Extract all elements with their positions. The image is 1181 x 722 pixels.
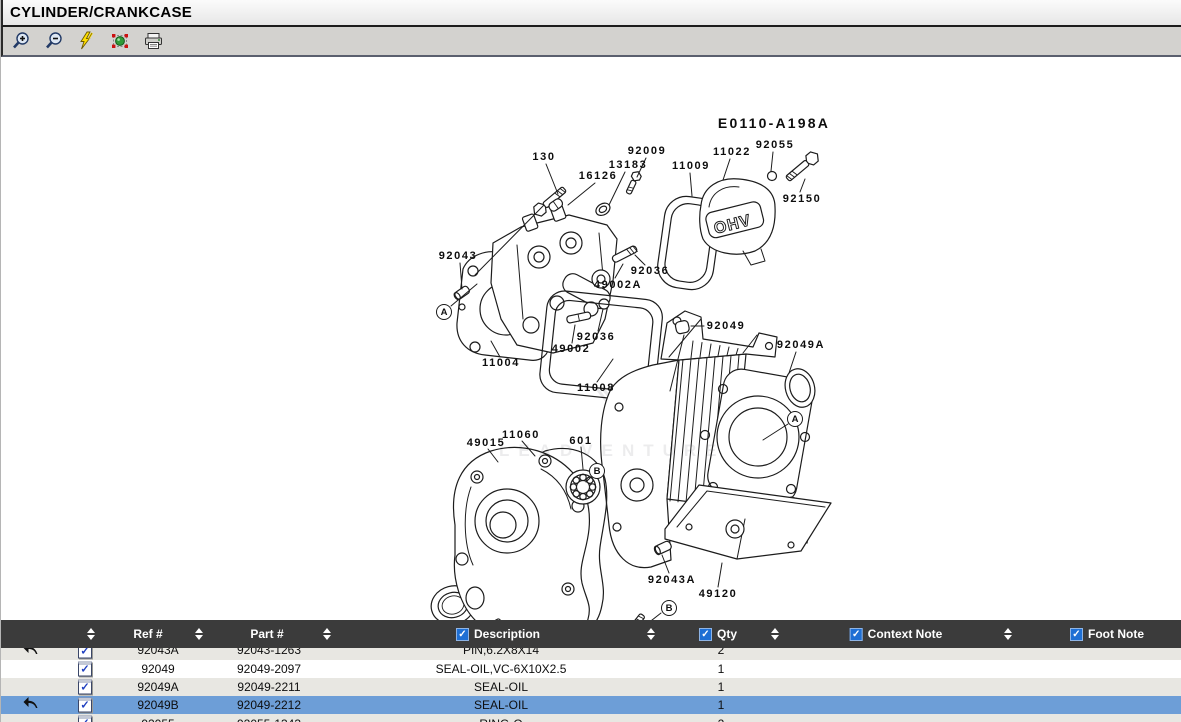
title-bar: CYLINDER/CRANKCASE (1, 0, 1181, 27)
sort-arrows-icon[interactable] (87, 628, 95, 640)
zoom-out-icon[interactable] (43, 30, 65, 52)
part-label-92049[interactable]: 92049 (707, 320, 746, 332)
sort-arrows-icon[interactable] (1004, 628, 1012, 640)
sort-control[interactable] (1004, 620, 1012, 648)
part-label-16126[interactable]: 16126 (579, 170, 618, 182)
cell-part: 92049-2211 (237, 680, 300, 694)
part-label-11009[interactable]: 11009 (672, 160, 710, 172)
cell-ref: 92049A (137, 680, 178, 694)
cell-description: SEAL-OIL,VC-6X10X2.5 (436, 662, 567, 676)
part-label-11004[interactable]: 11004 (482, 357, 520, 369)
cell-qty: 1 (718, 662, 725, 676)
sort-control[interactable] (771, 620, 779, 648)
cell-ref: 92049 (141, 662, 174, 676)
table-row-92049B[interactable]: ✓ 92049B 92049-2212 SEAL-OIL 1 (1, 696, 1181, 714)
cell-description: SEAL-OIL (474, 680, 528, 694)
parts-table-body: ✓ 92043A 92043-1263 PIN,6.2X8X14 2 ✓ 92049 9204… (1, 648, 1181, 722)
note-doc-icon[interactable]: ✓ (78, 648, 92, 659)
column-checkbox[interactable]: ✓ (456, 628, 469, 641)
cell-part: 92049-2097 (237, 662, 301, 676)
ref-circle-B[interactable]: B (589, 463, 605, 479)
part-label-92049A[interactable]: 92049A (777, 339, 825, 351)
column-header-description: ✓Description (456, 620, 540, 648)
sort-arrows-icon[interactable] (323, 628, 331, 640)
part-label-92036[interactable]: 92036 (631, 265, 670, 277)
parts-table-header: Ref # Part # ✓Description ✓Qty ✓Context Note… (1, 620, 1181, 648)
table-row-92049[interactable]: ✓ 92049 92049-2097 SEAL-OIL,VC-6X10X2.5 1 (1, 660, 1181, 678)
part-label-11022[interactable]: 11022 (713, 146, 751, 158)
part-label-49120[interactable]: 49120 (699, 588, 738, 600)
column-header-qty: ✓Qty (699, 620, 737, 648)
cell-ref: 92043A (137, 648, 178, 657)
cell-ref: 92055 (141, 717, 174, 722)
cell-part: 92049-2212 (237, 698, 301, 712)
pan-tool-icon[interactable] (109, 30, 131, 52)
cell-description: RING-O (479, 717, 522, 722)
column-header-context-note: ✓Context Note (850, 620, 943, 648)
sort-control[interactable] (323, 620, 331, 648)
highlight-arrow-icon[interactable] (23, 695, 40, 715)
watermark: LEADVENTURE (499, 441, 726, 461)
cell-description: PIN,6.2X8X14 (463, 648, 539, 657)
note-doc-icon[interactable]: ✓ (78, 680, 92, 695)
part-label-13183[interactable]: 13183 (609, 159, 648, 171)
sort-control[interactable] (195, 620, 203, 648)
note-doc-icon[interactable]: ✓ (78, 662, 92, 677)
sort-arrows-icon[interactable] (771, 628, 779, 640)
toolbar (1, 27, 1181, 57)
part-label-92009[interactable]: 92009 (628, 145, 667, 157)
part-label-92043A[interactable]: 92043A (648, 574, 696, 586)
ref-circle-A[interactable]: A (787, 411, 803, 427)
table-row-92043A[interactable]: ✓ 92043A 92043-1263 PIN,6.2X8X14 2 (1, 648, 1181, 660)
flash-icon[interactable] (76, 30, 98, 52)
highlight-arrow-icon[interactable] (23, 648, 40, 660)
parts-catalog-window: CYLINDER/CRANKCASE LEADVENTURE (0, 0, 1181, 722)
note-doc-icon[interactable]: ✓ (78, 698, 92, 713)
part-label-11060[interactable]: 11060 (502, 429, 540, 441)
zoom-in-icon[interactable] (10, 30, 32, 52)
cell-qty: 1 (718, 698, 725, 712)
part-label-92043[interactable]: 92043 (439, 250, 478, 262)
parts-table: Ref # Part # ✓Description ✓Qty ✓Context Note… (1, 620, 1181, 722)
cell-ref: 92049B (137, 698, 178, 712)
column-checkbox[interactable]: ✓ (699, 628, 712, 641)
sort-control[interactable] (647, 620, 655, 648)
part-label-92036[interactable]: 92036 (577, 331, 616, 343)
cell-qty: 1 (718, 680, 725, 694)
sort-arrows-icon[interactable] (647, 628, 655, 640)
print-icon[interactable] (142, 30, 164, 52)
note-doc-icon[interactable]: ✓ (78, 716, 92, 722)
part-label-49015[interactable]: 49015 (467, 437, 506, 449)
exploded-diagram-area: LEADVENTURE (1, 57, 1181, 620)
column-header-part-: Part # (250, 620, 283, 648)
diagram-code: E0110-A198A (718, 115, 830, 131)
cell-qty: 2 (718, 648, 725, 657)
table-row-92055[interactable]: ✓ 92055 92055-1343 RING-O 2 (1, 714, 1181, 722)
column-checkbox[interactable]: ✓ (1070, 628, 1083, 641)
column-checkbox[interactable]: ✓ (850, 628, 863, 641)
table-row-92049A[interactable]: ✓ 92049A 92049-2211 SEAL-OIL 1 (1, 678, 1181, 696)
cell-part: 92055-1343 (237, 717, 301, 722)
part-label-92150[interactable]: 92150 (783, 193, 822, 205)
cell-part: 92043-1263 (237, 648, 301, 657)
sort-control[interactable] (87, 620, 95, 648)
column-header-ref-: Ref # (133, 620, 162, 648)
part-label-601[interactable]: 601 (569, 435, 592, 447)
sort-arrows-icon[interactable] (195, 628, 203, 640)
ref-circle-A[interactable]: A (436, 304, 452, 320)
part-label-49002A[interactable]: 49002A (594, 279, 642, 291)
cell-qty: 2 (718, 717, 725, 722)
page-title: CYLINDER/CRANKCASE (3, 4, 192, 21)
cell-description: SEAL-OIL (474, 698, 528, 712)
part-label-92055[interactable]: 92055 (756, 139, 795, 151)
part-label-130[interactable]: 130 (532, 151, 555, 163)
column-header-foot-note: ✓Foot Note (1070, 620, 1144, 648)
part-label-49002[interactable]: 49002 (552, 343, 591, 355)
ref-circle-B[interactable]: B (661, 600, 677, 616)
part-label-11008[interactable]: 11008 (577, 382, 615, 394)
